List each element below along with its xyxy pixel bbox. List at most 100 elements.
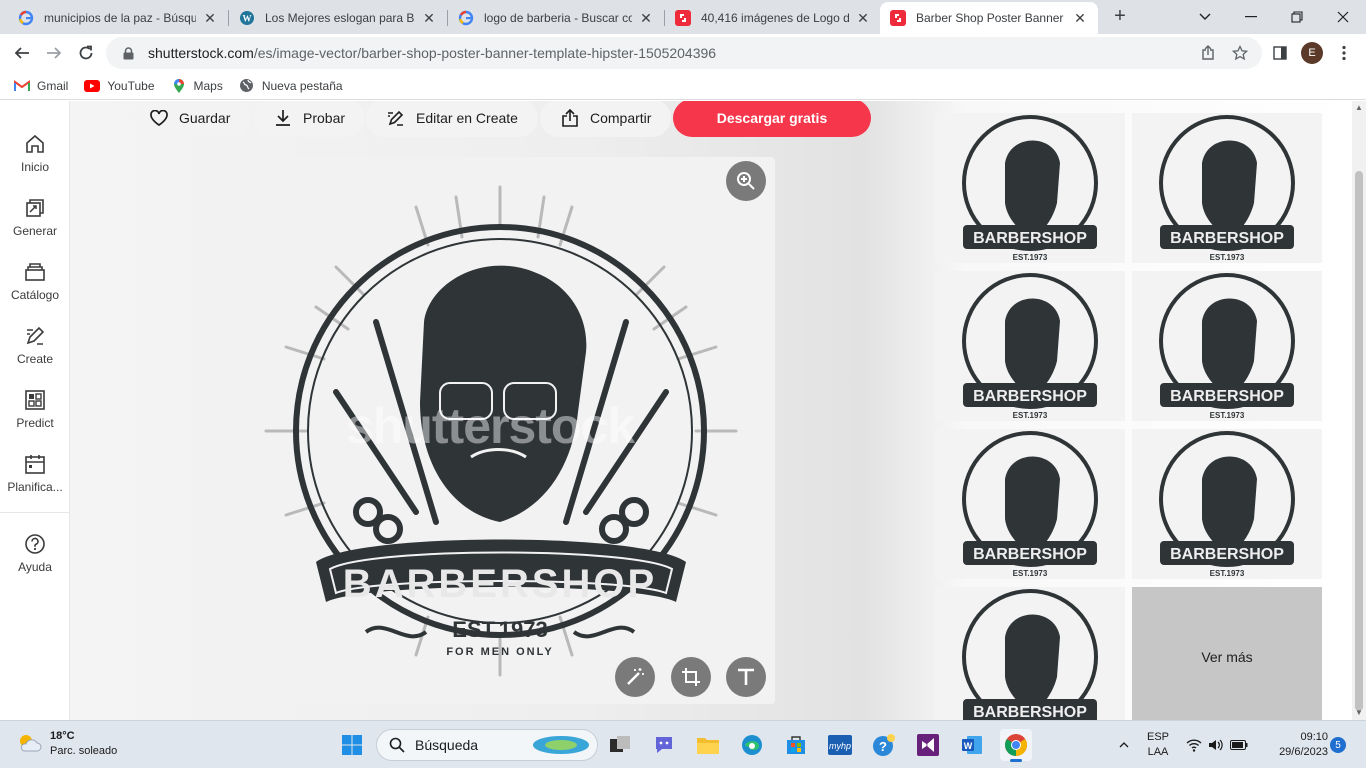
close-tab-icon[interactable]: ✕ [855,10,871,27]
partly-sunny-icon [16,731,42,758]
magic-wand-button[interactable] [615,657,655,697]
sidebar-item-predict[interactable]: Predict [0,388,70,430]
shutterstock-icon [890,10,906,26]
scroll-up-icon[interactable]: ▲ [1355,104,1363,112]
taskbar-search[interactable]: Búsqueda [376,729,598,761]
visual-studio-button[interactable] [912,729,944,761]
probar-button[interactable]: Probar [253,101,366,137]
forward-button[interactable] [40,39,68,67]
file-explorer-button[interactable] [692,729,724,761]
profile-avatar[interactable]: E [1301,42,1323,64]
myhp-button[interactable]: myhp [824,729,856,761]
lock-icon [120,46,136,60]
bookmark-star-icon[interactable] [1230,43,1250,63]
compartir-button[interactable]: Compartir [540,101,672,137]
chrome-button[interactable] [1000,729,1032,762]
sidebar-item-catalogo[interactable]: Catálogo [0,260,70,302]
magic-wand-icon [627,668,644,685]
google-icon [458,10,474,26]
notification-badge[interactable]: 5 [1330,737,1346,753]
task-view-button[interactable] [604,729,636,761]
scroll-thumb[interactable] [1355,171,1363,711]
word-icon: W [962,736,982,754]
bookmark-maps[interactable]: Maps [171,78,223,94]
create-icon [23,324,47,348]
chrome-menu-button[interactable] [1330,39,1358,67]
scroll-down-icon[interactable]: ▼ [1355,709,1363,717]
url-host: shutterstock.com [148,45,254,61]
edge-button[interactable] [736,729,768,761]
tab-eslogan[interactable]: W Los Mejores eslogan para Bar ✕ [229,2,447,34]
related-thumb[interactable]: BARBERSHOP EST.1973 [935,113,1125,263]
guardar-button[interactable]: Guardar [129,101,251,137]
zoom-in-button[interactable] [726,161,766,201]
store-icon [787,736,805,754]
close-window-button[interactable] [1320,0,1366,34]
bookmark-youtube[interactable]: YouTube [84,78,155,94]
close-tab-icon[interactable]: ✕ [1072,10,1088,27]
crop-button[interactable] [671,657,711,697]
related-thumb[interactable]: BARBERSHOP EST.1973 [1132,429,1322,579]
related-thumb[interactable]: BARBERSHOP EST.1973 [935,429,1125,579]
maps-icon [171,78,187,94]
google-icon [18,10,34,26]
share-page-icon[interactable] [1198,43,1218,63]
side-panel-button[interactable] [1266,39,1294,67]
get-help-button[interactable]: ? [868,729,900,761]
back-button[interactable] [8,39,36,67]
bookmark-nueva-pestana[interactable]: Nueva pestaña [239,78,343,94]
editar-en-create-button[interactable]: Editar en Create [366,101,538,137]
minimize-button[interactable] [1228,0,1274,34]
teams-chat-button[interactable] [648,729,680,761]
clock[interactable]: 09:10 29/6/2023 [1258,721,1328,768]
guardar-label: Guardar [179,110,231,126]
related-thumb[interactable]: BARBERSHOP EST.1973 [1132,113,1322,263]
address-bar[interactable]: shutterstock.com/es/image-vector/barber-… [106,37,1262,69]
sidebar-item-ayuda[interactable]: Ayuda [0,532,70,574]
bookmark-gmail[interactable]: Gmail [14,78,68,94]
tab-logo-barberia[interactable]: logo de barberia - Buscar con ✕ [448,2,664,34]
page-scrollbar[interactable]: ▲ ▼ [1352,101,1366,720]
new-tab-button[interactable]: + [1108,5,1132,29]
tab-search-button[interactable] [1182,0,1228,34]
ver-mas-button[interactable]: Ver más [1132,587,1322,720]
start-button[interactable] [336,729,368,761]
active-app-indicator [1010,759,1022,762]
chevron-down-icon [1199,13,1211,20]
store-button[interactable] [780,729,812,761]
descargar-gratis-button[interactable]: Descargar gratis [673,101,871,137]
sidebar-item-generar[interactable]: Generar [0,196,70,238]
sidebar-item-inicio[interactable]: Inicio [0,132,70,174]
reload-button[interactable] [72,39,100,67]
tab-imagenes-logo[interactable]: 40,416 imágenes de Logo de ✕ [665,2,881,34]
thumb-est: EST.1973 [1210,411,1245,420]
image-preview[interactable]: BARBERSHOP EST.1973 FOR MEN ONLY shutter… [226,157,775,704]
related-thumb[interactable]: BARBERSHOP [935,587,1125,720]
search-highlight-icon [533,736,589,754]
tab-barber-shop-poster[interactable]: Barber Shop Poster Banner Te ✕ [880,2,1098,34]
close-tab-icon[interactable]: ✕ [202,10,218,27]
clock-time: 09:10 [1300,731,1328,743]
restore-button[interactable] [1274,0,1320,34]
probar-label: Probar [303,110,346,126]
globe-icon [239,78,255,94]
word-button[interactable]: W [956,729,988,761]
close-tab-icon[interactable]: ✕ [638,10,654,27]
weather-widget[interactable]: 18°C Parc. soleado [16,729,117,759]
sidebar-item-planifica[interactable]: Planifica... [0,452,70,494]
task-view-icon [610,736,630,752]
related-thumb[interactable]: BARBERSHOP EST.1973 [935,271,1125,421]
thumb-title: BARBERSHOP [973,546,1087,563]
tab-title: logo de barberia - Buscar con [484,11,632,25]
language-indicator[interactable]: ESP LAA [1140,721,1176,768]
sidebar-item-create[interactable]: Create [0,324,70,366]
sidebar-item-label: Catálogo [10,288,60,302]
tab-municipios[interactable]: municipios de la paz - Búsque ✕ [8,2,228,34]
close-tab-icon[interactable]: ✕ [421,10,437,27]
download-arrow-icon [273,108,293,128]
show-hidden-icons-button[interactable] [1112,721,1136,768]
tab-strip: municipios de la paz - Búsque ✕ W Los Me… [0,0,1366,34]
system-status-button[interactable] [1184,721,1250,768]
related-thumb[interactable]: BARBERSHOP EST.1973 [1132,271,1322,421]
text-tool-button[interactable] [726,657,766,697]
